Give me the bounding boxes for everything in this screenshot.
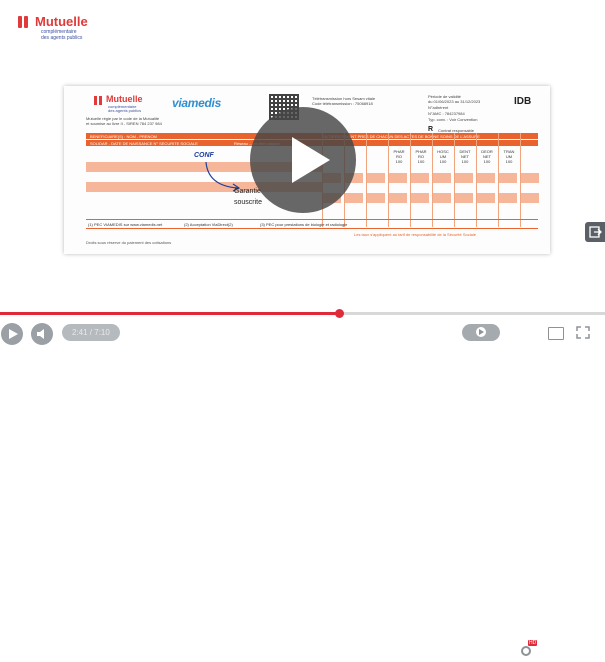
validity-line-2: du 01/06/2023 au 31/12/2023 [428,99,481,104]
idb-label: IDB [514,96,532,107]
convention-type: Typ. conv. : Voir Convention [428,117,478,122]
time-display: 2:41 / 7:10 [62,324,120,341]
adherent-number: N°adhérent [428,105,449,110]
card-logo-name: Mutuelle [106,94,143,104]
video-progress-bar[interactable] [0,309,605,318]
footer-note-1: (1) PEC VIAMEDIS sur www.viamedis.net [88,222,163,227]
fullscreen-button[interactable] [576,326,590,339]
ssn-header: SOLIDAR - DATE DE NAISSANCE N° SECURITE … [90,141,198,146]
tele-line-2: Code télétransmission : 75068918 [312,101,373,106]
brand-subtitle-2: des agents publics [41,35,83,41]
progress-fill [0,312,339,315]
viamedis-logo: viamedis [172,96,221,110]
play-icon [292,137,330,183]
org-line-2: et soumise au livre II - SIREN 784 237 9… [86,121,162,126]
player-controls: 2:41 / 7:10 HD [0,318,605,656]
settings-icon [521,646,531,656]
brand-mark-icon [18,16,32,30]
col-header: PHAR RO 100 [415,149,427,164]
col-header: DENT NET 100 [459,149,471,164]
big-play-button[interactable] [250,107,356,213]
conf-label: CONF [194,152,214,159]
hd-badge: HD [528,640,538,646]
settings-button[interactable]: HD [520,640,538,656]
brand-logo: Mutuelle complémentaire des agents publi… [18,14,98,48]
theater-button[interactable] [548,327,564,340]
amc-number: N°AMC : 784237984 [428,111,465,116]
card-logo-sub-2: des agents publics [108,108,142,113]
rights-note: Droits sous réserve du paiement des coti… [86,240,172,245]
responsible-letter: R [428,126,434,133]
brand-name: Mutuelle [35,14,88,29]
col-header: PHAR RO 100 [393,149,405,164]
rates-note: Les taux s'appliquent au tarif de respon… [354,232,476,237]
footer-note-3: (3) PEC pour prestations de biologie et … [260,222,348,227]
col-header: TRAN UM 100 [503,149,515,164]
captions-icon [476,327,486,337]
play-icon [9,329,18,339]
volume-button[interactable] [31,323,53,345]
col-header: HOSC UM 100 [437,149,449,164]
play-button[interactable] [1,323,23,345]
volume-icon [37,329,44,339]
fullscreen-icon [576,326,590,339]
side-panel-button[interactable] [585,222,605,242]
card-logo-mark-icon [94,96,104,106]
beneficiary-header: BENEFICIAIRE(S) : NOM - PRENOM [90,134,157,139]
footer-note-2: (2) Acceptation ViaDirect(2) [184,222,233,227]
captions-pill[interactable] [462,324,500,341]
progress-handle[interactable] [334,309,344,318]
col-header: DEOR NET 100 [481,149,493,164]
exit-icon [589,226,602,238]
